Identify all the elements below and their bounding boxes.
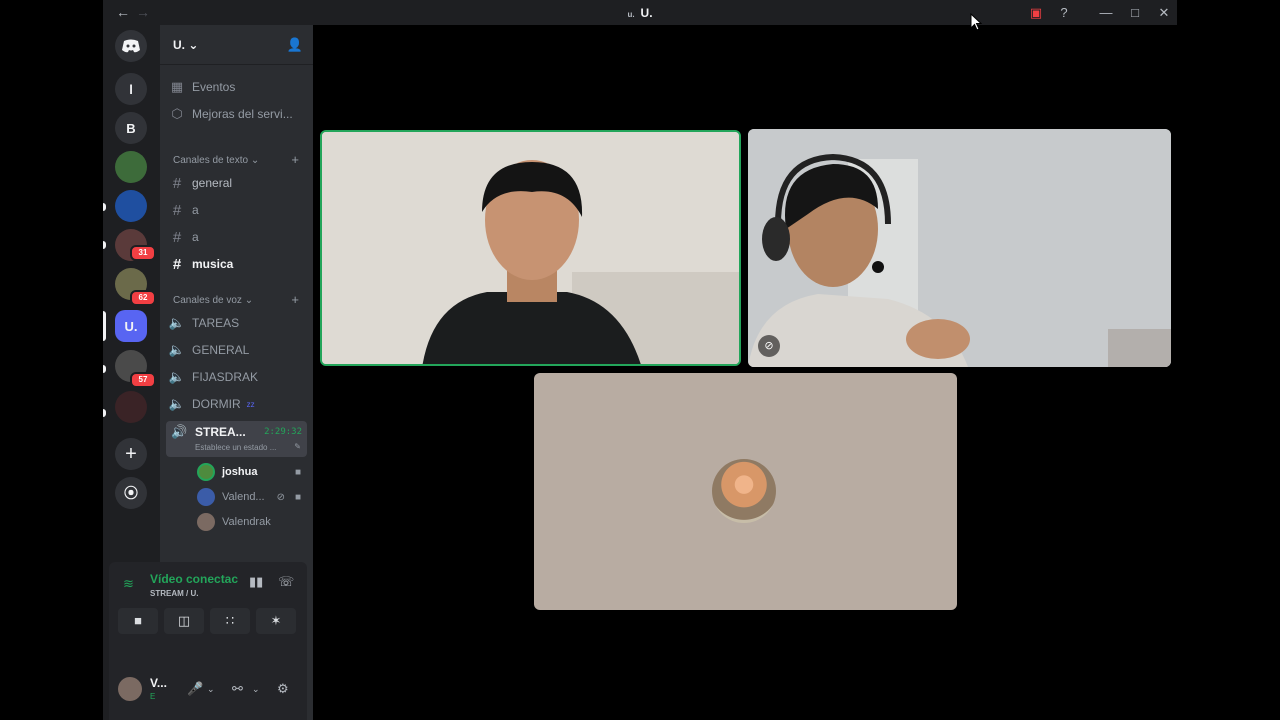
boosts-item[interactable]: ⬡ Mejoras del servi...	[166, 103, 307, 125]
mouse-cursor-icon	[970, 12, 983, 36]
voice-member-joshua[interactable]: joshua ■	[197, 461, 307, 483]
connected-channel[interactable]: STREAM / U.	[150, 589, 198, 598]
hash-icon: #	[172, 201, 182, 219]
sleep-icon: zz	[246, 399, 255, 409]
close-icon[interactable]: ✕	[1155, 4, 1173, 22]
headphones-icon[interactable]: ⚯	[232, 681, 243, 697]
video-camera-icon: ■	[294, 466, 301, 478]
camera-toggle-button[interactable]: ■	[118, 608, 158, 634]
signal-icon[interactable]: ≋	[123, 576, 134, 592]
unread-pill	[103, 365, 106, 373]
server-l[interactable]: l	[115, 73, 147, 105]
muted-mic-icon: ⊘	[276, 491, 285, 503]
speaker-icon: 🔈	[168, 396, 186, 411]
avatar	[197, 463, 215, 481]
title-server-icon: u.	[627, 10, 635, 19]
text-category[interactable]: Canales de texto ⌄	[173, 155, 259, 166]
mention-badge: 31	[130, 245, 156, 261]
voice-connection-panel: ≋ Vídeo conectac STREAM / U. ▮▮ ☏ ■ ◫ ∷ …	[109, 562, 307, 665]
title-text: U.	[640, 6, 653, 20]
channel-status[interactable]: Establece un estado ...	[195, 443, 276, 452]
video-camera-icon: ■	[294, 491, 301, 503]
voice-channel-fijasdrak[interactable]: 🔈 FIJASDRAK	[166, 366, 307, 388]
server-header[interactable]: U. ⌄ 👤	[160, 25, 313, 65]
unread-pill	[103, 203, 106, 211]
add-voice-channel-icon[interactable]: +	[291, 292, 299, 307]
video-tile-joshua[interactable]	[320, 130, 741, 366]
help-icon[interactable]: ?	[1055, 4, 1073, 22]
hash-icon: #	[172, 255, 182, 273]
title-bar: ← → u. U. ▣ ? — □ ✕	[103, 0, 1177, 25]
channel-a-2[interactable]: # a	[166, 226, 307, 248]
screen-share-button[interactable]: ◫	[164, 608, 204, 634]
disconnect-icon[interactable]: ☏	[278, 574, 294, 590]
hash-icon: #	[172, 174, 182, 192]
avatar	[197, 488, 215, 506]
pencil-icon[interactable]: ✎	[294, 442, 301, 451]
channel-general[interactable]: # general	[166, 172, 307, 194]
server-u-active[interactable]: U.	[115, 310, 147, 342]
voice-member-valend[interactable]: Valend... ⊘ ■	[197, 486, 307, 508]
noise-suppression-icon[interactable]: ▮▮	[249, 574, 263, 590]
mention-badge: 57	[130, 372, 156, 388]
server-avatar-1[interactable]	[115, 151, 147, 183]
inbox-icon[interactable]: ▣	[1027, 4, 1045, 22]
voice-channel-dormir[interactable]: 🔈 DORMIR zz	[166, 393, 307, 415]
microphone-icon[interactable]: 🎤	[187, 681, 203, 697]
add-text-channel-icon[interactable]: +	[291, 152, 299, 167]
voice-channel-tareas[interactable]: 🔈 TAREAS	[166, 312, 307, 334]
speaker-active-icon: 🔊	[171, 424, 188, 439]
user-panel: V... E 🎤 ⌄ ⚯ ⌄ ⚙	[109, 665, 307, 720]
window-title: u. U.	[103, 6, 1177, 20]
video-tile-valendrak[interactable]	[534, 373, 957, 610]
avatar	[197, 513, 215, 531]
avatar[interactable]	[118, 677, 142, 701]
voice-member-valendrak[interactable]: Valendrak	[197, 511, 307, 533]
chevron-down-icon[interactable]: ⌄	[252, 684, 260, 695]
active-pill	[103, 311, 106, 341]
events-item[interactable]: ▦ Eventos	[166, 76, 307, 98]
call-timer: 2:29:32	[264, 427, 302, 437]
hash-icon: #	[172, 228, 182, 246]
server-b[interactable]: B	[115, 112, 147, 144]
speaker-icon: 🔈	[168, 369, 186, 384]
video-tile-valend[interactable]: ⊘	[748, 129, 1171, 367]
gear-icon[interactable]: ⚙	[277, 681, 289, 697]
channel-musica[interactable]: # musica	[166, 253, 307, 275]
server-avatar-2[interactable]	[115, 190, 147, 222]
unread-pill	[103, 241, 106, 249]
user-status: E	[150, 692, 156, 701]
soundboard-button[interactable]: ✶	[256, 608, 296, 634]
participant-video	[322, 132, 739, 364]
muted-mic-icon: ⊘	[758, 335, 780, 357]
discover-icon[interactable]: ⦿	[115, 477, 147, 509]
discord-app: ← → u.U. ▣ ? — □ ✕ l B 31 62 U. 57 + ⦿	[103, 0, 1177, 720]
avatar	[712, 459, 776, 523]
server-avatar-6[interactable]	[115, 391, 147, 423]
connection-status[interactable]: Vídeo conectac	[150, 572, 238, 586]
channel-a-1[interactable]: # a	[166, 199, 307, 221]
boost-icon: ⬡	[171, 106, 183, 121]
chevron-down-icon[interactable]: ⌄	[207, 684, 215, 695]
add-server-icon[interactable]: +	[115, 438, 147, 470]
voice-category[interactable]: Canales de voz ⌄	[173, 295, 253, 306]
speaker-icon: 🔈	[168, 315, 186, 330]
maximize-icon[interactable]: □	[1126, 4, 1144, 22]
activities-button[interactable]: ∷	[210, 608, 250, 634]
participant-video	[748, 129, 1171, 367]
speaker-icon: 🔈	[168, 342, 186, 357]
mention-badge: 62	[130, 290, 156, 306]
minimize-icon[interactable]: —	[1097, 4, 1115, 22]
calendar-icon: ▦	[170, 79, 184, 94]
voice-channel-general[interactable]: 🔈 GENERAL	[166, 339, 307, 361]
invite-people-icon[interactable]: 👤	[287, 37, 303, 53]
username[interactable]: V...	[150, 676, 167, 690]
unread-pill	[103, 409, 106, 417]
voice-channel-stream-active[interactable]: 🔊 STREA... 2:29:32 Establece un estado .…	[166, 421, 307, 457]
discord-home-icon[interactable]	[115, 30, 147, 62]
channel-name: STREA...	[195, 425, 246, 439]
server-name: U. ⌄	[173, 38, 199, 52]
